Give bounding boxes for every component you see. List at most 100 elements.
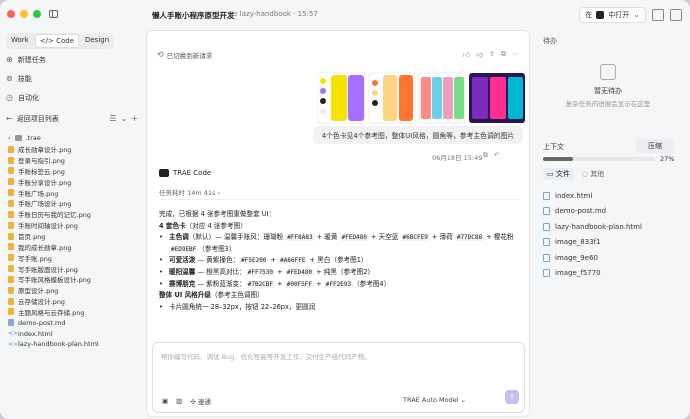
copy-icon[interactable]: ⧉ <box>483 151 488 160</box>
tree-item-label: index.html <box>18 329 53 338</box>
tree-item[interactable]: 云存储设计.png <box>8 296 138 307</box>
tree-item[interactable]: 写手账版面设计.png <box>8 263 138 274</box>
context-progress <box>543 157 655 161</box>
tab-other[interactable]: ◌ 其他 <box>582 169 604 179</box>
send-button[interactable]: ↑ <box>505 390 519 404</box>
add-icon[interactable]: + <box>131 115 138 123</box>
attach-icon[interactable]: ▣ <box>162 397 168 405</box>
tree-item-label: 手账广场.png <box>18 189 59 198</box>
tree-item[interactable]: 原型设计.png <box>8 285 138 296</box>
card-text: + <box>268 256 279 265</box>
arrow-up-icon: ↑ <box>508 392 516 402</box>
nav-label: 自动化 <box>17 94 39 102</box>
sidebar: Work </> Code Design ⊕ 新建任务 ⊚ 技能 ◷ 自动化 ← 返回… <box>0 30 144 419</box>
nav-automation[interactable]: ◷ 自动化 <box>6 93 39 103</box>
heading-text: 整体 UI 风格升级 <box>159 291 211 300</box>
bot-header: TRAE Code <box>159 169 211 177</box>
card-desc: （默认）— 温馨手账风：珊瑚粉 <box>188 233 286 242</box>
tree-item-label: .trae <box>25 134 41 143</box>
tree-item[interactable]: 手账时间轴设计.png <box>8 220 138 231</box>
tree-item[interactable]: 我的成长勋章.png <box>8 241 138 252</box>
tree-item[interactable]: 手账广场.png <box>8 187 138 198</box>
tree-item[interactable]: 登录与指引.png <box>8 155 138 166</box>
tree-item[interactable]: 手账日历与我的记忆.png <box>8 209 138 220</box>
heading-note: （对应 4 张参考图） <box>185 221 247 230</box>
tree-item[interactable]: <> index.html <box>8 328 138 339</box>
model-name: TRAE Auto Model <box>403 396 459 404</box>
tree-item[interactable]: 写手账.png <box>8 252 138 263</box>
nav-label: 技能 <box>17 75 32 83</box>
file-item[interactable]: index.html <box>543 188 642 204</box>
tree-item[interactable]: 首页.png <box>8 231 138 242</box>
heading-note: （参考主色调图） <box>210 291 264 300</box>
mode-code[interactable]: </> Code <box>34 34 79 48</box>
speed-label: 速通 <box>197 398 211 406</box>
card-text: （参考图3） <box>198 244 236 253</box>
nav-skills[interactable]: ⊚ 技能 <box>6 74 32 84</box>
tree-item-label: 手账广场设计.png <box>18 200 72 209</box>
tree-item[interactable]: › .trae <box>8 133 138 144</box>
speed-mode-toggle[interactable]: ✣ 速通 <box>190 396 211 406</box>
chevron-down-icon: ⌄ <box>460 396 467 404</box>
skills-icon: ⊚ <box>6 74 13 83</box>
panel-toggle-icon[interactable] <box>670 9 682 21</box>
list-item: • 卡片圆角统一 28–32px，按钮 22–26px，更圆润 <box>159 302 521 314</box>
back-to-projects[interactable]: ← 返回项目列表 ☰ ⌄ + <box>6 114 138 124</box>
compress-button[interactable]: 压缩 <box>636 139 674 153</box>
tree-item[interactable]: 手账标签云.png <box>8 166 138 177</box>
card-text: + <box>314 279 324 288</box>
tree-item[interactable]: 主题风格与云存储.png <box>8 307 138 318</box>
thumbs-down-icon[interactable]: 👎︎ <box>476 50 483 59</box>
mode-work[interactable]: Work <box>7 34 33 48</box>
close-window-button[interactable] <box>7 10 15 18</box>
tree-item-label: 手账分享设计.png <box>18 178 72 187</box>
tree-item-label: demo-post.md <box>18 318 66 327</box>
color-code: #00F5FF <box>284 280 315 288</box>
file-item[interactable]: image_833f1 <box>543 235 642 251</box>
list-item-text: 卡片圆角统一 28–32px，按钮 22–26px，更圆润 <box>169 302 316 311</box>
tree-item[interactable]: 成长勋章设计.png <box>8 144 138 155</box>
elapsed-time[interactable]: 任务耗时 14m 41s › <box>159 187 220 197</box>
tab-files[interactable]: ▭ 文件 <box>543 168 574 180</box>
card-name: 可爱活泼 <box>169 256 196 265</box>
maximize-window-button[interactable] <box>33 10 41 18</box>
input-placeholder: 帮你编写代码、调试 Bug、优化性能等开发工作，交付生产级代码产物。 <box>161 353 371 361</box>
tree-item[interactable]: 写手账风格模板设计.png <box>8 274 138 285</box>
nav-new-task[interactable]: ⊕ 新建任务 <box>6 55 46 65</box>
arrow-left-icon: ← <box>6 114 13 123</box>
color-code: #77DC88 <box>454 234 485 242</box>
share-icon[interactable]: ⇪ <box>489 50 495 59</box>
thumbs-up-icon[interactable]: 👍︎ <box>463 50 470 59</box>
file-item[interactable]: image_f5770 <box>543 266 642 282</box>
tree-item[interactable]: 手账分享设计.png <box>8 176 138 187</box>
response-heading-2: 整体 UI 风格升级（参考主色调图） <box>159 290 521 302</box>
card-text: + <box>275 267 285 276</box>
open-in-button[interactable]: 在 中打开 ⌄ <box>579 7 646 23</box>
reference-images[interactable] <box>317 71 527 125</box>
image-icon[interactable]: ▨ <box>176 397 182 405</box>
tree-item[interactable]: demo-post.md <box>8 317 138 328</box>
image-file-icon <box>8 286 14 294</box>
chat-input[interactable]: 帮你编写代码、调试 Bug、优化性能等开发工作，交付生产级代码产物。 ▣ ▨ ✣… <box>152 342 525 413</box>
sidebar-toggle-icon[interactable] <box>49 10 58 18</box>
tree-item-label: 首页.png <box>18 233 46 242</box>
top-right-actions: 在 中打开 ⌄ <box>579 7 682 23</box>
file-item[interactable]: lazy-handbook-plan.html <box>543 219 642 235</box>
sort-icon[interactable]: ☰ <box>109 115 116 123</box>
copy-icon[interactable]: ⧉ <box>501 50 506 59</box>
tree-item-label: lazy-handbook-plan.html <box>18 340 99 349</box>
model-selector[interactable]: TRAE Auto Model ⌄ <box>403 396 466 404</box>
terminal-icon[interactable] <box>652 9 664 21</box>
minimize-window-button[interactable] <box>20 10 28 18</box>
mode-design[interactable]: Design <box>81 34 113 48</box>
file-item[interactable]: image_9e60 <box>543 250 642 266</box>
tree-item[interactable]: 手账广场设计.png <box>8 198 138 209</box>
trae-logo-icon <box>159 169 169 177</box>
tree-item-label: 写手账版面设计.png <box>18 265 78 274</box>
tree-item[interactable]: <> lazy-handbook-plan.html <box>8 339 138 350</box>
files-icon: ▭ <box>547 170 554 178</box>
file-item[interactable]: demo-post.md <box>543 204 642 220</box>
undo-icon[interactable]: ↶ <box>494 151 500 160</box>
file-name: lazy-handbook-plan.html <box>555 222 642 231</box>
more-icon[interactable]: ⋯ <box>512 50 519 59</box>
